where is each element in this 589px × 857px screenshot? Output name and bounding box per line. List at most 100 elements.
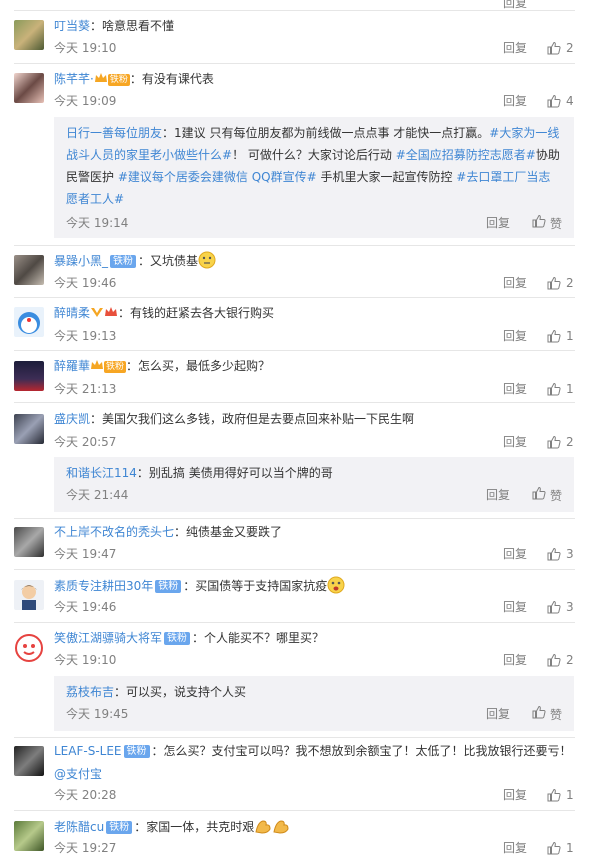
reply-button[interactable]: 回复 <box>503 545 527 563</box>
fan-badge: 铁粉 <box>164 632 191 645</box>
praise-button[interactable]: 赞 <box>532 486 562 505</box>
comment-username[interactable]: LEAF-S-LEE <box>54 744 122 758</box>
avatar[interactable] <box>14 746 44 776</box>
verified-icon <box>90 305 104 317</box>
reply-button[interactable]: 回复 <box>503 92 527 110</box>
comment-time: 今天 19:47 <box>54 547 117 561</box>
comment-username[interactable]: 暴躁小黑_ <box>54 254 108 268</box>
comment-text: 美国欠我们这么多钱，政府但是去要点回来补贴一下民生啊 <box>102 412 415 426</box>
reply-button[interactable]: 回复 <box>486 214 510 232</box>
reply-username[interactable]: 和谐长江114 <box>66 466 137 480</box>
reply-button[interactable]: 回复 <box>503 598 527 616</box>
comment-text: 个人能买不？哪里买？ <box>204 631 325 645</box>
divider <box>14 810 575 811</box>
divider <box>14 63 575 64</box>
comment-username[interactable]: 不上岸不改名的秃头七 <box>54 525 174 539</box>
like-button[interactable]: 2 <box>547 651 574 669</box>
reply-button[interactable]: 回复 <box>503 327 527 345</box>
thumbs-up-icon <box>547 653 561 667</box>
comment-time: 今天 19:46 <box>54 276 117 290</box>
thumbs-up-icon <box>547 94 561 108</box>
thumbs-up-icon <box>547 841 561 855</box>
comment-username[interactable]: 笑傲江湖骠骑大将军 <box>54 631 162 645</box>
thumbs-up-icon <box>547 788 561 802</box>
comment-username[interactable]: 陈芊芊· <box>54 72 94 86</box>
comment-text: 又坑债基 <box>150 254 199 268</box>
reply-button[interactable]: 回复 <box>503 786 527 804</box>
comment-time: 今天 19:10 <box>54 653 117 667</box>
avatar[interactable] <box>14 361 44 391</box>
reply-button[interactable]: 回复 <box>503 433 527 451</box>
fan-badge: 铁粉 <box>123 745 150 758</box>
hashtag-link[interactable]: #建议每个居委会建微信 QQ群宣传# <box>118 170 317 184</box>
reply-username[interactable]: 日行一善每位朋友 <box>66 126 162 140</box>
comment-text: 啥意思看不懂 <box>102 19 175 33</box>
thumbs-up-icon <box>547 435 561 449</box>
praise-button[interactable]: 赞 <box>532 214 562 233</box>
like-button[interactable]: 2 <box>547 274 574 292</box>
reply-button[interactable]: 回复 <box>503 274 527 292</box>
like-button[interactable]: 3 <box>547 545 574 563</box>
crown-icon <box>94 71 108 83</box>
reply-button[interactable]: 回复 <box>503 839 527 857</box>
reply-button[interactable]: 回复 <box>503 39 527 57</box>
like-button[interactable]: 3 <box>547 598 574 616</box>
hashtag-link[interactable]: #全国应招募防控志愿者# <box>396 148 536 162</box>
divider <box>14 297 575 298</box>
like-button[interactable]: 1 <box>547 327 574 345</box>
avatar[interactable] <box>14 307 44 337</box>
comment-text: 有钱的赶紧去各大银行购买 <box>130 306 275 320</box>
comment-username[interactable]: 叮当葵 <box>54 19 90 33</box>
like-button[interactable]: 1 <box>547 786 574 804</box>
comment-text: 怎么买，最低多少起购？ <box>138 359 271 373</box>
avatar[interactable] <box>14 414 44 444</box>
like-button[interactable]: 2 <box>547 433 574 451</box>
thumbs-up-icon <box>547 329 561 343</box>
avatar[interactable] <box>14 255 44 285</box>
reply-button[interactable]: 回复 <box>486 486 510 504</box>
comment-username[interactable]: 醉晴柔 <box>54 306 90 320</box>
like-button[interactable]: 2 <box>547 39 574 57</box>
like-button[interactable]: 4 <box>547 92 574 110</box>
divider <box>14 350 575 351</box>
reply-text: 荔枝布吉：可以买，说支持个人买 <box>66 685 247 699</box>
divider <box>14 402 575 403</box>
comment-text: 怎么买？支付宝可以吗？我不想放到余额宝了！太低了！比我放银行还要亏！ <box>163 744 572 758</box>
strong-arm-icon <box>254 817 290 840</box>
praise-button[interactable]: 赞 <box>532 705 562 724</box>
comment-time: 今天 19:10 <box>54 41 117 55</box>
comment-time: 今天 20:28 <box>54 788 117 802</box>
thumbs-up-icon <box>532 486 546 505</box>
reply-username[interactable]: 荔枝布吉 <box>66 685 114 699</box>
thumbs-up-icon <box>532 705 546 724</box>
avatar[interactable] <box>14 527 44 557</box>
avatar[interactable] <box>14 633 44 663</box>
reply-text: 日行一善每位朋友：1建议 只有每位朋友都为前线做一点点事 才能快一点打赢。#大家… <box>66 126 560 206</box>
divider <box>14 737 575 738</box>
comment-text: 家国一体，共克时艰 <box>146 820 255 834</box>
reply-thread: 日行一善每位朋友：1建议 只有每位朋友都为前线做一点点事 才能快一点打赢。#大家… <box>54 117 574 238</box>
comment-username[interactable]: 醉羅華 <box>54 359 90 373</box>
comment-username[interactable]: 素质专注耕田30年 <box>54 579 153 593</box>
reply-button[interactable]: 回复 <box>503 380 527 398</box>
avatar[interactable] <box>14 580 44 610</box>
comment-time: 今天 19:13 <box>54 329 117 343</box>
awkward-face-icon <box>198 251 216 274</box>
like-button[interactable]: 1 <box>547 380 574 398</box>
fan-badge: 铁粉 <box>106 821 133 834</box>
divider <box>14 569 575 570</box>
avatar[interactable] <box>14 821 44 851</box>
reply-button[interactable]: 回复 <box>503 651 527 669</box>
comment-username[interactable]: 老陈醋cu <box>54 820 104 834</box>
avatar[interactable] <box>14 73 44 103</box>
avatar[interactable] <box>14 20 44 50</box>
fan-badge: 铁粉 <box>107 74 130 86</box>
reply-button[interactable]: 回复 <box>486 705 510 723</box>
mention-link[interactable]: @支付宝 <box>54 767 102 781</box>
comment-username[interactable]: 盛庆凯 <box>54 412 90 426</box>
fan-badge: 铁粉 <box>104 361 127 373</box>
comment-time: 今天 21:13 <box>54 382 117 396</box>
comment-time: 今天 20:57 <box>54 435 117 449</box>
divider <box>14 245 575 246</box>
like-button[interactable]: 1 <box>547 839 574 857</box>
